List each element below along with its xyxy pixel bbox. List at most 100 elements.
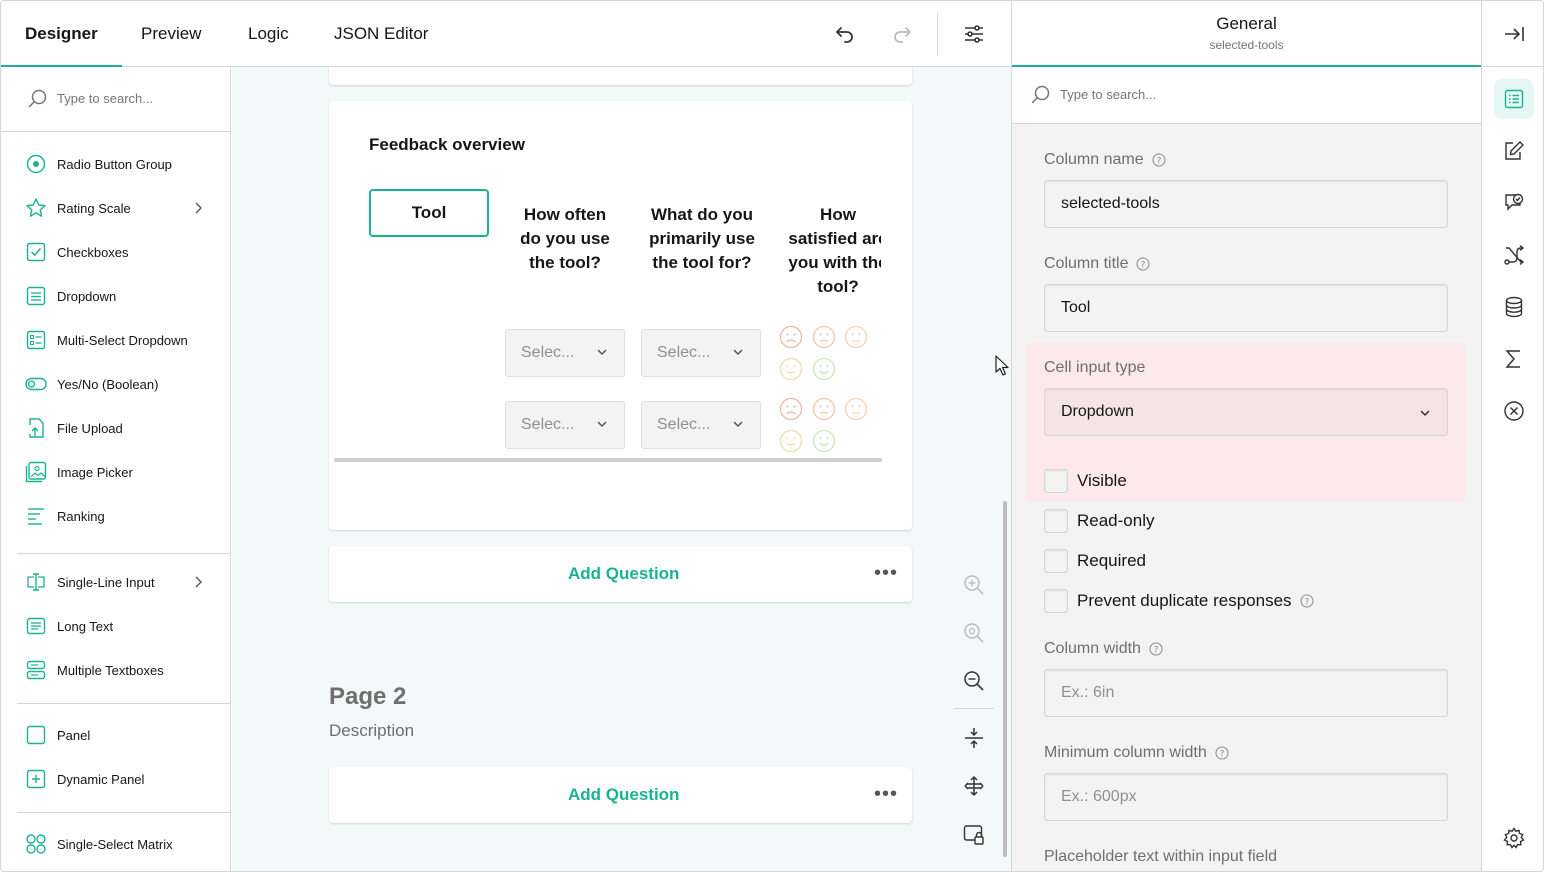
help-icon[interactable]: ? <box>1215 746 1229 760</box>
matrix-question-card[interactable]: Feedback overview Tool How often do you … <box>329 101 912 530</box>
very-unsatisfied-face-icon[interactable] <box>779 325 803 349</box>
general-icon[interactable] <box>1494 79 1534 119</box>
question-title[interactable]: Feedback overview <box>369 135 525 155</box>
toolbox-item-file-upload[interactable]: File Upload <box>25 416 215 440</box>
column-width-input[interactable]: Ex.: 6in <box>1044 669 1448 717</box>
add-question-button[interactable]: Add Question <box>568 785 679 805</box>
toolbox-item-radio-button-group[interactable]: Radio Button Group <box>25 152 215 176</box>
zoom-in-icon[interactable] <box>960 571 988 599</box>
edit-icon[interactable] <box>1494 131 1534 171</box>
checkbox-box[interactable] <box>1044 589 1068 613</box>
logic-icon[interactable] <box>1494 235 1534 275</box>
undo-icon[interactable] <box>830 19 860 49</box>
satisfied-face-icon[interactable] <box>779 429 803 453</box>
neutral-face-icon[interactable] <box>844 325 868 349</box>
toolbox-item-multi-select-dropdown[interactable]: Multi-Select Dropdown <box>25 328 215 352</box>
help-icon[interactable]: ? <box>1299 594 1314 608</box>
matrix-column-header[interactable]: What do you primarily use the tool for? <box>639 203 765 275</box>
choices-icon[interactable] <box>1494 183 1534 223</box>
toolbox-item-ranking[interactable]: Ranking <box>25 504 215 528</box>
matrix-column-header[interactable]: How satisfied are you with the tool? <box>781 203 881 299</box>
svg-text:?: ? <box>1154 646 1159 656</box>
settings-sliders-icon[interactable] <box>959 19 989 49</box>
dropdown-value: Selec... <box>521 416 575 433</box>
column-title-input[interactable]: Tool <box>1044 284 1448 332</box>
label-text: Column width <box>1044 640 1141 657</box>
settings-icon[interactable] <box>1494 818 1534 858</box>
very-satisfied-face-icon[interactable] <box>812 429 836 453</box>
cell-dropdown[interactable]: Selec... <box>641 401 761 449</box>
previous-question-card[interactable] <box>329 67 912 85</box>
help-icon[interactable]: ? <box>1149 642 1163 656</box>
unsatisfied-face-icon[interactable] <box>812 397 836 421</box>
neutral-face-icon[interactable] <box>844 397 868 421</box>
more-options-icon[interactable]: ••• <box>874 562 898 585</box>
satisfied-face-icon[interactable] <box>779 357 803 381</box>
toolbox-item-multiple-textboxes[interactable]: Multiple Textboxes <box>25 658 215 682</box>
toolbox-item-single-line-input[interactable]: Single-Line Input <box>25 570 215 594</box>
add-question-bar-page-2[interactable]: Add Question ••• <box>329 767 912 823</box>
add-question-bar[interactable]: Add Question ••• <box>329 546 912 602</box>
very-unsatisfied-face-icon[interactable] <box>779 397 803 421</box>
checkbox-box[interactable] <box>1044 469 1068 493</box>
mouse-cursor-icon <box>995 355 1009 376</box>
horizontal-scrollbar[interactable] <box>334 458 882 462</box>
help-icon[interactable]: ? <box>1136 257 1151 271</box>
dynamic-panel-icon <box>25 768 47 790</box>
cell-input-type-select[interactable]: Dropdown <box>1044 388 1448 436</box>
required-checkbox[interactable]: Required <box>1044 549 1146 573</box>
column-name-input[interactable]: selected-tools <box>1044 180 1448 228</box>
visible-checkbox[interactable]: Visible <box>1044 469 1127 493</box>
page-title[interactable]: Page 2 <box>329 683 406 711</box>
help-icon[interactable]: ? <box>1152 153 1166 167</box>
zoom-out-icon[interactable] <box>960 667 988 695</box>
vertical-scrollbar[interactable] <box>1003 501 1007 857</box>
totals-icon[interactable] <box>1494 339 1534 379</box>
cell-dropdown[interactable]: Selec... <box>505 329 625 377</box>
toolbox-search[interactable]: Type to search... <box>1 67 230 132</box>
toolbox-item-yes-no-boolean[interactable]: Yes/No (Boolean) <box>25 372 215 396</box>
lock-icon[interactable] <box>960 821 988 849</box>
tab-json-editor[interactable]: JSON Editor <box>334 1 428 67</box>
toolbox-item-dropdown[interactable]: Dropdown <box>25 284 215 308</box>
validation-icon[interactable] <box>1494 391 1534 431</box>
toolbox-item-dynamic-panel[interactable]: Dynamic Panel <box>25 767 215 791</box>
chevron-right-icon[interactable] <box>193 575 203 589</box>
toolbox-item-checkboxes[interactable]: Checkboxes <box>25 240 215 264</box>
toolbox-item-label: Rating Scale <box>57 200 131 216</box>
prevent-duplicates-checkbox[interactable]: Prevent duplicate responses? <box>1044 589 1314 613</box>
column-title-line: How often <box>523 205 607 224</box>
checkbox-box[interactable] <box>1044 549 1068 573</box>
matrix-column-header[interactable]: How often do you use the tool? <box>505 203 625 275</box>
page-description[interactable]: Description <box>329 721 414 741</box>
matrix-column-header-selected[interactable]: Tool <box>369 189 489 237</box>
add-question-button[interactable]: Add Question <box>568 564 679 584</box>
toolbox-item-rating-scale[interactable]: Rating Scale <box>25 196 215 220</box>
redo-icon[interactable] <box>887 19 917 49</box>
column-title-line: primarily use <box>649 229 755 248</box>
tab-designer[interactable]: Designer <box>1 1 122 68</box>
min-column-width-input[interactable]: Ex.: 600px <box>1044 773 1448 821</box>
tab-logic[interactable]: Logic <box>248 1 289 67</box>
very-satisfied-face-icon[interactable] <box>812 357 836 381</box>
read-only-checkbox[interactable]: Read-only <box>1044 509 1155 533</box>
collapse-icon[interactable] <box>960 724 988 752</box>
ranking-icon <box>25 505 47 527</box>
checkbox-box[interactable] <box>1044 509 1068 533</box>
expand-icon[interactable] <box>960 772 988 800</box>
more-options-icon[interactable]: ••• <box>874 783 898 806</box>
collapse-panel-icon[interactable] <box>1494 14 1534 54</box>
property-grid-header[interactable]: General selected-tools <box>1012 1 1481 67</box>
toolbox-item-long-text[interactable]: Long Text <box>25 614 215 638</box>
toolbox-item-single-select-matrix[interactable]: Single-Select Matrix <box>25 832 215 856</box>
toolbox-item-panel[interactable]: Panel <box>25 723 215 747</box>
cell-dropdown[interactable]: Selec... <box>641 329 761 377</box>
tab-preview[interactable]: Preview <box>141 1 201 67</box>
toolbox-item-image-picker[interactable]: Image Picker <box>25 460 215 484</box>
data-icon[interactable] <box>1494 287 1534 327</box>
property-search[interactable]: Type to search... <box>1012 67 1481 124</box>
unsatisfied-face-icon[interactable] <box>812 325 836 349</box>
cell-dropdown[interactable]: Selec... <box>505 401 625 449</box>
chevron-right-icon[interactable] <box>193 201 203 215</box>
zoom-reset-icon[interactable] <box>960 619 988 647</box>
